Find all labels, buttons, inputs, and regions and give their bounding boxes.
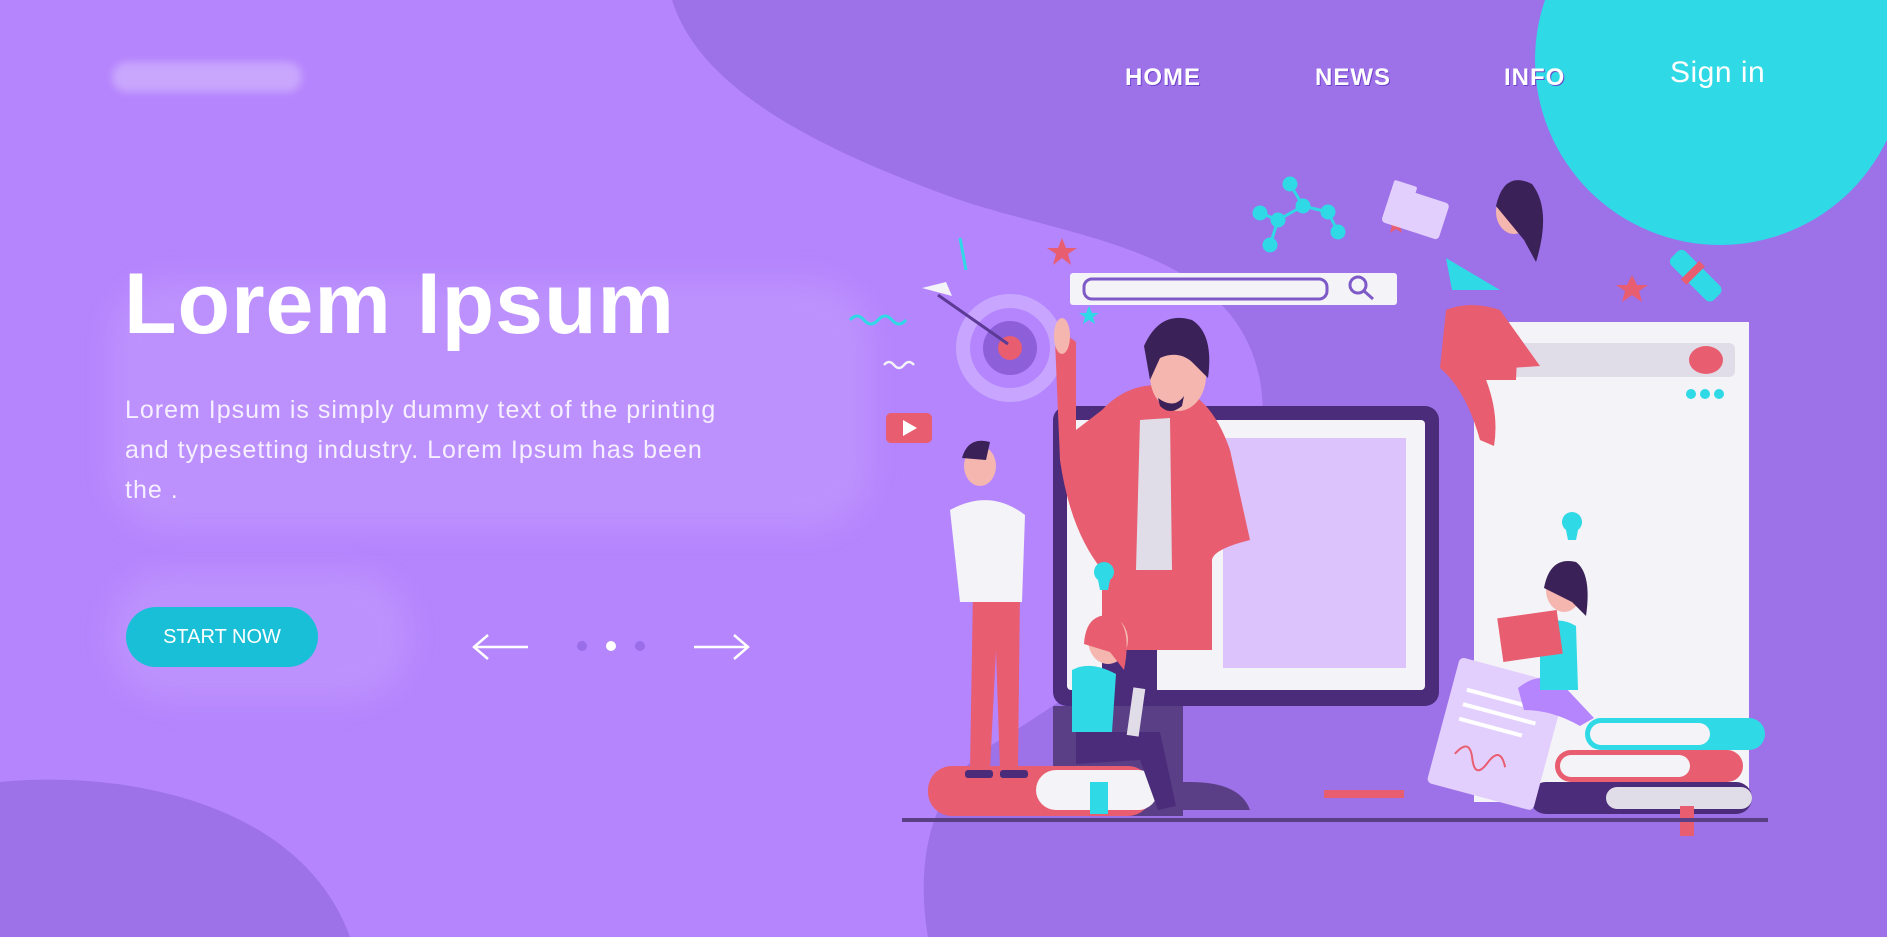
standing-man-figure — [950, 440, 1028, 778]
nav-info-link[interactable]: INFO — [1504, 64, 1565, 92]
nav-news-link[interactable]: NEWS — [1315, 64, 1391, 92]
carousel-dot-2[interactable] — [606, 641, 616, 651]
star-icon — [1047, 238, 1077, 265]
hero-description: Lorem Ipsum is simply dummy text of the … — [125, 396, 717, 504]
carousel-dot-3[interactable] — [635, 641, 645, 651]
sign-in-link[interactable]: Sign in — [1670, 56, 1765, 90]
squiggle-icon — [848, 314, 908, 326]
background-blob-bottom-left — [0, 779, 350, 937]
nav-home-link[interactable]: HOME — [1125, 64, 1201, 92]
arrow-left-icon — [472, 634, 528, 660]
arrow-right-icon — [694, 634, 750, 660]
molecule-icon — [1252, 176, 1346, 253]
star-icon — [1079, 306, 1099, 324]
search-bar-graphic — [1070, 273, 1397, 305]
start-now-button[interactable]: START NOW — [126, 607, 318, 667]
logo[interactable] — [112, 62, 302, 92]
carousel-dot-1[interactable] — [577, 641, 587, 651]
diploma-scroll-icon — [1669, 249, 1722, 302]
squiggle-icon — [883, 360, 915, 370]
target-graphic — [922, 282, 1064, 402]
hero-title: Lorem Ipsum — [124, 256, 675, 352]
carousel-next-button[interactable] — [692, 627, 752, 667]
video-play-icon — [886, 413, 932, 443]
hero-illustration — [848, 176, 1768, 836]
book-stack-left — [928, 766, 1158, 816]
carousel-prev-button[interactable] — [470, 627, 530, 667]
pencil-icon — [1324, 790, 1404, 798]
star-icon — [1616, 275, 1648, 302]
carousel-dots — [577, 641, 647, 653]
